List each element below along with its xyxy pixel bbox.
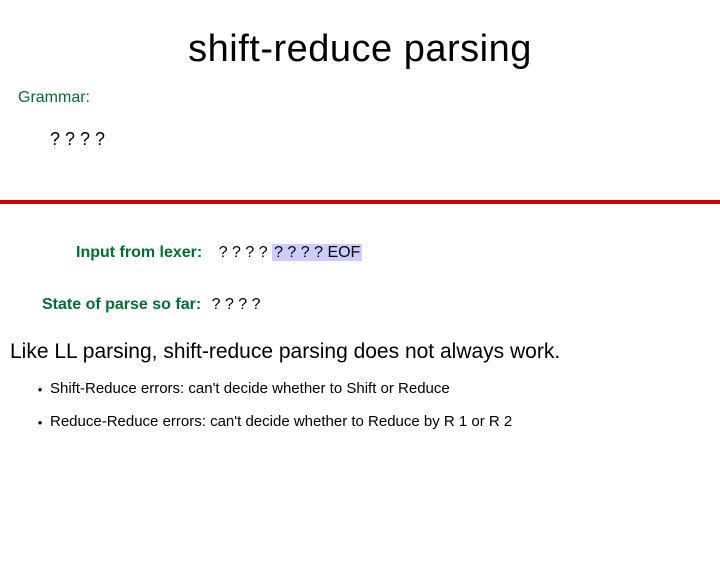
slide-title: shift-reduce parsing	[0, 28, 720, 71]
state-value: ? ? ? ?	[212, 296, 261, 313]
body-text: Like LL parsing, shift-reduce parsing do…	[10, 340, 720, 364]
state-label: State of parse so far:	[42, 296, 201, 313]
lexer-row: Input from lexer: ? ? ? ? ? ? ? ? EOF	[76, 244, 720, 262]
state-row: State of parse so far: ? ? ? ?	[42, 296, 720, 314]
lexer-input-lookahead: ? ? ? ? EOF	[272, 244, 362, 261]
grammar-label: Grammar:	[18, 89, 720, 107]
slide: shift-reduce parsing Grammar: ? ? ? ? In…	[0, 28, 720, 568]
divider	[0, 200, 720, 204]
bullet-icon: •	[36, 415, 44, 430]
bullet-text: Reduce-Reduce errors: can't decide wheth…	[50, 413, 512, 430]
grammar-body: ? ? ? ?	[50, 129, 720, 150]
bullet-text: Shift-Reduce errors: can't decide whethe…	[50, 380, 450, 397]
lexer-label: Input from lexer:	[76, 244, 202, 261]
bullet-reduce-reduce: • Reduce-Reduce errors: can't decide whet…	[36, 413, 720, 430]
bullet-icon: •	[36, 382, 44, 397]
bullet-shift-reduce: • Shift-Reduce errors: can't decide wheth…	[36, 380, 720, 397]
lexer-input: ? ? ? ? ? ? ? ? EOF	[213, 244, 365, 262]
lexer-input-prefix: ? ? ? ?	[219, 244, 272, 261]
